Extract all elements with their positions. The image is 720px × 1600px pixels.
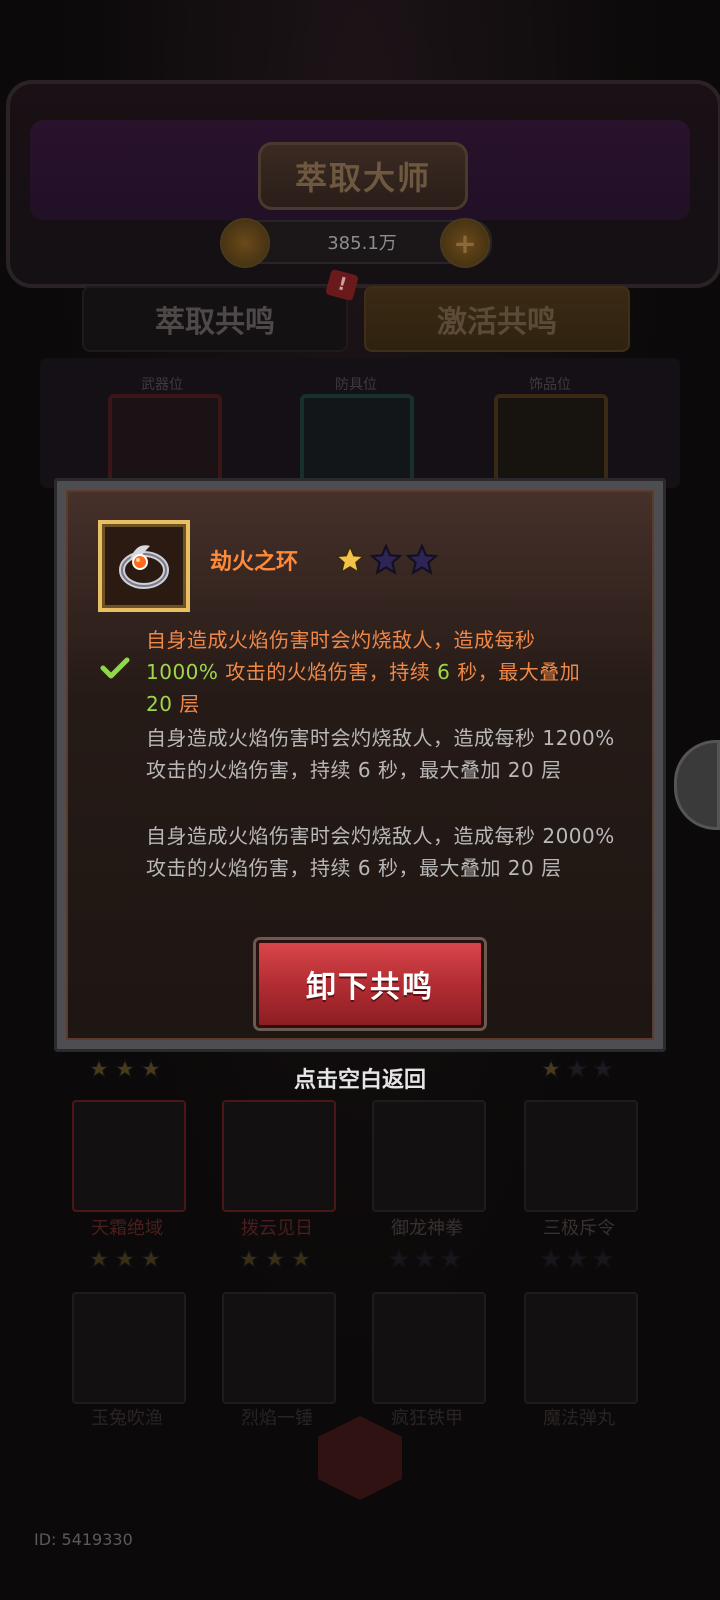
coin-icon [220, 218, 270, 268]
star-icon [414, 1248, 436, 1269]
grid-item-name: 天霜绝域 [91, 1218, 163, 1239]
grid-item-name: 烈焰一锤 [241, 1408, 313, 1429]
grid-item[interactable] [524, 1292, 638, 1404]
slot-label-accessory: 饰品位 [529, 377, 571, 393]
checkmark-icon [100, 657, 130, 679]
grid-item-name: 拨云见日 [241, 1218, 313, 1239]
grid-item[interactable] [222, 1292, 336, 1404]
grid-stars [88, 1248, 162, 1270]
grid-item-name: 三极斥令 [543, 1218, 615, 1239]
star-icon [566, 1248, 588, 1269]
star-icon [264, 1248, 286, 1269]
item-star-rating [334, 544, 438, 576]
grid-item-name: 御龙神拳 [391, 1218, 463, 1239]
effect-level-2: 自身造成火焰伤害时会灼烧敌人，造成每秒 1200% 攻击的火焰伤害，持续 6 秒… [146, 726, 615, 782]
resonance-detail-popup: 劫火之环 自身造成火焰伤害时会灼烧敌人，造成每秒 1000% 攻击的火焰伤害，持续… [54, 478, 666, 1052]
unequip-resonance-button[interactable]: 卸下共鸣 [256, 940, 484, 1028]
item-name: 劫火之环 [210, 550, 299, 575]
grid-item[interactable] [72, 1292, 186, 1404]
grid-item[interactable] [524, 1100, 638, 1212]
star-icon [540, 1248, 562, 1269]
grid-item[interactable] [222, 1100, 336, 1212]
grid-item-name: 疯狂铁甲 [391, 1408, 463, 1429]
effect-level-3: 自身造成火焰伤害时会灼烧敌人，造成每秒 2000% 攻击的火焰伤害，持续 6 秒… [146, 824, 615, 880]
grid-item-name: 魔法弹丸 [543, 1408, 615, 1429]
grid-item-name: 玉兔吹渔 [91, 1408, 163, 1429]
star-empty-icon [370, 544, 402, 575]
star-icon [238, 1248, 260, 1269]
star-icon [440, 1248, 462, 1269]
currency-amount: 385.1万 [327, 233, 397, 254]
star-icon [592, 1248, 614, 1269]
ring-icon [119, 545, 169, 589]
grid-stars [238, 1248, 312, 1270]
star-icon [388, 1248, 410, 1269]
grid-item[interactable] [72, 1100, 186, 1212]
slot-label-weapon: 武器位 [141, 377, 183, 393]
star-icon [88, 1248, 110, 1269]
item-icon-frame [98, 520, 190, 612]
player-id: ID: 5419330 [34, 1530, 133, 1549]
grid-item[interactable] [372, 1292, 486, 1404]
tab-activate-resonance[interactable]: 激活共鸣 [364, 286, 630, 352]
slot-label-armor: 防具位 [335, 377, 377, 393]
tab-extract-resonance[interactable]: 萃取共鸣 [82, 286, 348, 352]
popup-panel: 劫火之环 自身造成火焰伤害时会灼烧敌人，造成每秒 1000% 攻击的火焰伤害，持续… [66, 490, 654, 1040]
star-icon [290, 1248, 312, 1269]
grid-stars [388, 1248, 462, 1270]
star-filled-icon [334, 544, 366, 575]
grid-item[interactable] [372, 1100, 486, 1212]
tap-blank-to-return-hint[interactable]: 点击空白返回 [0, 1062, 720, 1094]
effect-level-1-active: 自身造成火焰伤害时会灼烧敌人，造成每秒 1000% 攻击的火焰伤害，持续 6 秒，… [146, 628, 581, 716]
star-icon [114, 1248, 136, 1269]
page-title: 萃取大师 [294, 159, 431, 197]
grid-stars [540, 1248, 614, 1270]
star-icon [140, 1248, 162, 1269]
add-currency-button[interactable]: + [440, 218, 490, 268]
star-empty-icon [406, 544, 438, 575]
title-plate: 萃取大师 [258, 142, 468, 210]
